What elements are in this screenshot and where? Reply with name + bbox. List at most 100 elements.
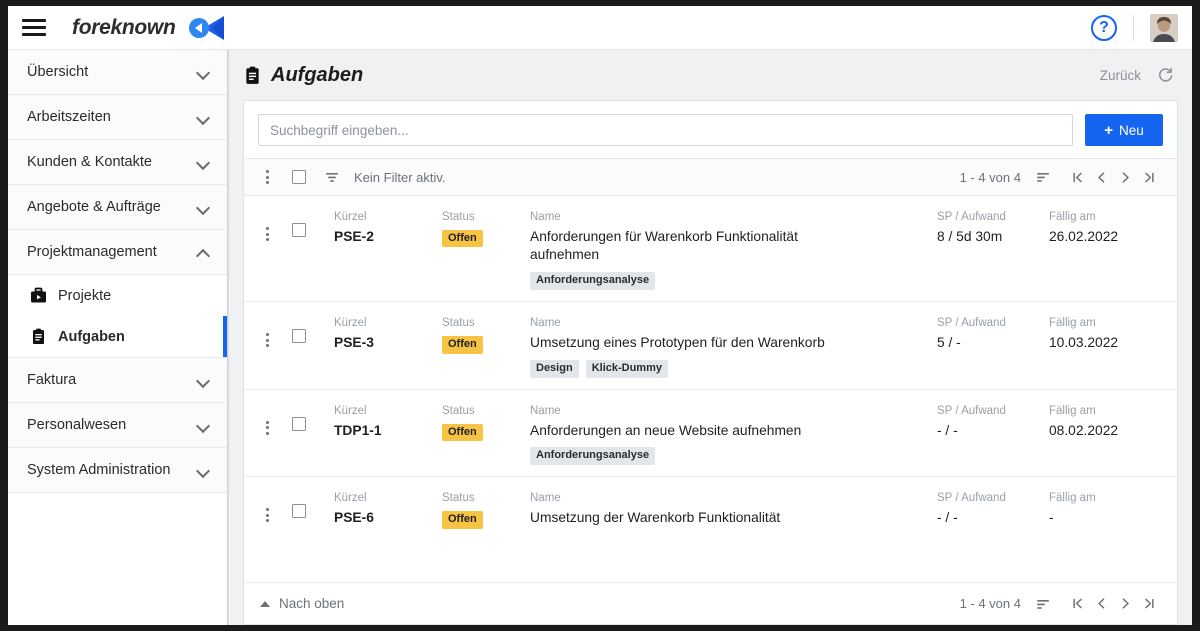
search-row: + Neu <box>244 101 1177 158</box>
more-vertical-icon[interactable] <box>258 167 276 187</box>
table-row[interactable]: Kürzel PSE-2 Status Offen Name Anforderu… <box>244 196 1177 303</box>
user-avatar[interactable] <box>1150 13 1178 42</box>
sidebar-group-system-administration[interactable]: System Administration <box>8 448 227 493</box>
cell-status: Status Offen <box>442 489 530 529</box>
chevron-down-icon <box>197 68 211 77</box>
select-all-checkbox[interactable] <box>292 170 306 184</box>
sidebar-item-label: Aufgaben <box>58 328 125 345</box>
scroll-to-top-label: Nach oben <box>279 596 345 611</box>
column-header-status: Status <box>442 404 475 417</box>
prev-page-icon[interactable] <box>1089 165 1113 189</box>
cell-sp-value: 8 / 5d 30m <box>937 228 1003 244</box>
brand-name: foreknown <box>72 15 176 39</box>
cell-sp: SP / Aufwand 5 / - <box>937 314 1049 352</box>
cell-name-value: Anforderungen für Warenkorb Funktionalit… <box>530 228 798 263</box>
search-input[interactable] <box>258 114 1073 146</box>
cell-due-value: 08.02.2022 <box>1049 422 1119 438</box>
back-link[interactable]: Zurück <box>1100 68 1141 83</box>
table-row[interactable]: Kürzel PSE-3 Status Offen Name Umsetzung… <box>244 302 1177 390</box>
sidebar-group-projektmanagement[interactable]: Projektmanagement <box>8 230 227 275</box>
sidebar-group-arbeitszeiten[interactable]: Arbeitszeiten <box>8 95 227 140</box>
column-header-due: Fällig am <box>1049 404 1096 417</box>
cell-name: Name Anforderungen für Warenkorb Funktio… <box>530 208 937 291</box>
tasks-table: Kürzel PSE-2 Status Offen Name Anforderu… <box>244 196 1177 582</box>
filter-icon[interactable] <box>324 169 340 185</box>
cell-name-value: Umsetzung eines Prototypen für den Waren… <box>530 335 825 351</box>
cell-kuerzel: Kürzel PSE-2 <box>334 208 442 246</box>
row-checkbox[interactable] <box>292 504 306 519</box>
sidebar-group-personalwesen[interactable]: Personalwesen <box>8 403 227 448</box>
chevron-down-icon <box>197 421 211 430</box>
cell-status: Status Offen <box>442 208 530 248</box>
cell-kuerzel-value: PSE-2 <box>334 228 374 244</box>
tag-list: Anforderungsanalyse <box>530 272 921 291</box>
sidebar-group-angebote-auftraege[interactable]: Angebote & Aufträge <box>8 185 227 230</box>
cell-kuerzel-value: PSE-3 <box>334 335 374 351</box>
sort-icon[interactable] <box>1035 169 1051 185</box>
table-row[interactable]: Kürzel PSE-6 Status Offen Name Umsetzung… <box>244 477 1177 547</box>
cell-kuerzel-value: PSE-6 <box>334 510 374 526</box>
sidebar-group-label: Kunden & Kontakte <box>27 154 152 170</box>
chevron-down-icon <box>197 158 211 167</box>
table-toolbar: Kein Filter aktiv. 1 - 4 von 4 <box>244 158 1177 196</box>
sidebar-group-label: Projektmanagement <box>27 244 157 260</box>
page-title-text: Aufgaben <box>271 63 364 86</box>
column-header-name: Name <box>530 404 561 417</box>
sidebar-group-uebersicht[interactable]: Übersicht <box>8 50 227 95</box>
first-page-icon[interactable] <box>1065 592 1089 616</box>
cell-due-value: 26.02.2022 <box>1049 228 1119 244</box>
tag-list: Anforderungsanalyse <box>530 447 921 466</box>
chevron-down-icon <box>197 376 211 385</box>
refresh-icon[interactable] <box>1157 67 1174 84</box>
prev-page-icon[interactable] <box>1089 592 1113 616</box>
sidebar-group-label: Angebote & Aufträge <box>27 199 161 215</box>
divider <box>1133 14 1134 41</box>
row-more-icon[interactable] <box>258 224 276 244</box>
clipboard-icon <box>246 66 259 84</box>
column-header-sp: SP / Aufwand <box>937 317 1006 330</box>
table-row[interactable]: Kürzel TDP1-1 Status Offen Name Anforder… <box>244 390 1177 478</box>
foreknown-logo-icon <box>189 15 225 40</box>
column-header-name: Name <box>530 492 561 505</box>
sidebar-subgroup-projektmanagement: Projekte Aufgaben <box>8 275 227 358</box>
scroll-to-top-button[interactable]: Nach oben <box>260 596 344 611</box>
row-more-icon[interactable] <box>258 330 276 350</box>
sidebar-group-label: Personalwesen <box>27 417 127 433</box>
main-content: Aufgaben Zurück + Neu <box>228 50 1192 625</box>
last-page-icon[interactable] <box>1137 592 1161 616</box>
row-more-icon[interactable] <box>258 418 276 438</box>
column-header-name: Name <box>530 211 561 223</box>
last-page-icon[interactable] <box>1137 165 1161 189</box>
cell-name-value: Anforderungen an neue Website aufnehmen <box>530 422 802 438</box>
column-header-due: Fällig am <box>1049 317 1096 330</box>
row-checkbox[interactable] <box>292 329 306 344</box>
cell-sp: SP / Aufwand - / - <box>937 489 1049 527</box>
brand[interactable]: foreknown <box>72 14 228 42</box>
row-more-icon[interactable] <box>258 505 276 525</box>
next-page-icon[interactable] <box>1113 592 1137 616</box>
column-header-kuerzel: Kürzel <box>334 492 367 505</box>
first-page-icon[interactable] <box>1065 165 1089 189</box>
page-header-actions: Zurück <box>1100 67 1174 84</box>
cell-name-value: Umsetzung der Warenkorb Funktionalität <box>530 510 781 526</box>
sidebar-group-faktura[interactable]: Faktura <box>8 358 227 403</box>
hamburger-menu-icon[interactable] <box>20 17 46 39</box>
column-header-sp: SP / Aufwand <box>937 492 1006 505</box>
help-circle-icon[interactable]: ? <box>1091 14 1117 41</box>
sidebar-group-kunden-kontakte[interactable]: Kunden & Kontakte <box>8 140 227 185</box>
clipboard-icon <box>33 328 44 344</box>
sidebar-group-label: System Administration <box>27 462 171 478</box>
sidebar-item-projekte[interactable]: Projekte <box>8 275 227 316</box>
pagination-bottom: 1 - 4 von 4 <box>960 592 1161 616</box>
cell-name: Name Umsetzung der Warenkorb Funktionali… <box>530 489 937 527</box>
pagination-count: 1 - 4 von 4 <box>959 169 1021 185</box>
sidebar-item-aufgaben[interactable]: Aufgaben <box>8 316 227 357</box>
chevron-down-icon <box>197 203 211 212</box>
sort-icon[interactable] <box>1035 596 1051 612</box>
new-task-button[interactable]: + Neu <box>1085 114 1163 146</box>
cell-kuerzel: Kürzel PSE-3 <box>334 314 442 352</box>
next-page-icon[interactable] <box>1113 165 1137 189</box>
row-checkbox[interactable] <box>292 223 306 237</box>
row-checkbox[interactable] <box>292 416 306 431</box>
cell-due: Fällig am 08.02.2022 <box>1049 402 1161 440</box>
